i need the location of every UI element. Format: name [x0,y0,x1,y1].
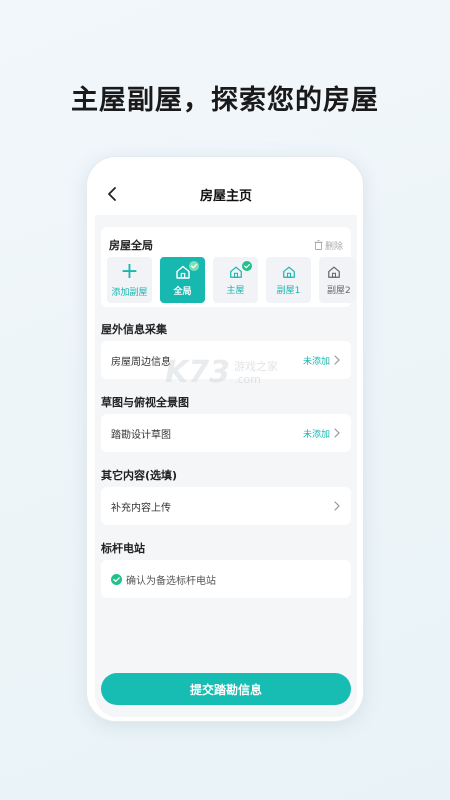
row-benchmark-confirm[interactable]: 确认为备选标杆电站 [101,560,351,598]
tile-overall[interactable]: 全局 [160,257,205,303]
house-overview-card: 房屋全局 删除 + 添加副屋 全局 主屋 副屋1 副屋2 [101,227,355,307]
house-icon [328,266,340,278]
watermark-line2: .com [234,372,261,386]
app-screen: 房屋主页 房屋全局 删除 + 添加副屋 全局 主屋 副屋1 副屋2 屋外信息采集… [95,173,357,717]
headline: 主屋副屋，探索您的房屋 [71,85,379,116]
trash-icon [314,240,323,250]
tile-add-subhouse[interactable]: + 添加副屋 [107,257,152,303]
check-circle-icon[interactable] [111,573,122,585]
navbar: 房屋主页 [95,173,357,215]
check-badge-icon [242,261,252,271]
page-title: 房屋主页 [199,188,252,204]
row-label: 房屋周边信息 [111,356,171,368]
phone-frame: 房屋主页 房屋全局 删除 + 添加副屋 全局 主屋 副屋1 副屋2 屋外信息采集… [86,156,364,722]
house-overview-title: 房屋全局 [109,239,153,252]
plus-icon: + [120,258,139,284]
delete-label: 删除 [324,241,343,252]
tile-label: 副屋1 [276,285,301,296]
house-icon [229,266,242,278]
submit-button[interactable]: 提交踏勘信息 [101,673,351,705]
row-sketch[interactable]: 踏勘设计草图 未添加 [101,414,351,452]
section-title-sketch: 草图与俯视全景图 [101,396,189,409]
chevron-right-icon [334,428,340,438]
tile-label: 添加副屋 [111,287,148,298]
section-title-other: 其它内容(选填) [101,469,178,482]
chevron-left-icon [108,187,116,201]
watermark-logo: K73 [165,355,230,390]
check-label: 确认为备选标杆电站 [126,575,216,587]
row-label: 补充内容上传 [111,502,171,514]
row-label: 踏勘设计草图 [111,429,171,441]
section-title-exterior: 屋外信息采集 [101,323,167,336]
watermark-line1: 游戏之家 [234,359,278,373]
status-text: 未添加 [302,356,330,367]
delete-button[interactable]: 删除 [314,239,343,252]
chevron-right-icon [334,501,340,511]
tile-main-house[interactable]: 主屋 [213,257,258,303]
tile-label: 全局 [173,286,192,297]
watermark: K73 游戏之家 .com [165,355,278,390]
chevron-right-icon [334,355,340,365]
tile-subhouse-1[interactable]: 副屋1 [266,257,311,303]
watermark-text: 游戏之家 .com [234,360,278,386]
tile-label: 副屋2 [327,285,351,296]
check-badge-icon [189,261,199,271]
tile-subhouse-2[interactable]: 副屋2 [319,257,355,303]
back-button[interactable] [101,183,123,205]
house-icon [282,266,295,278]
section-title-benchmark: 标杆电站 [101,542,145,555]
status-text: 未添加 [302,429,330,440]
row-supplement[interactable]: 补充内容上传 [101,487,351,525]
house-tiles: + 添加副屋 全局 主屋 副屋1 副屋2 [107,257,355,303]
tile-label: 主屋 [226,285,245,296]
